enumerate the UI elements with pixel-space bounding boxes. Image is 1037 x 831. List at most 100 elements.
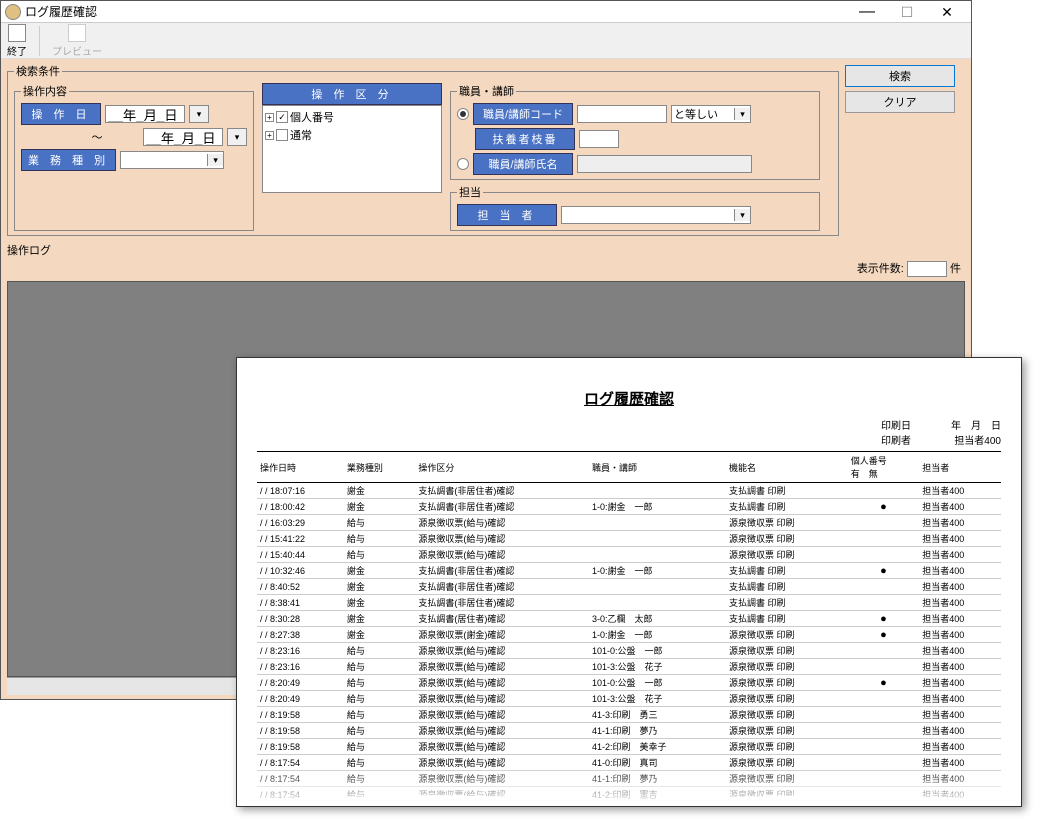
report-cell: 源泉徴収票(給与)確認 <box>415 739 589 755</box>
report-cell: 支払調書(非居住者)確認 <box>415 499 589 515</box>
staff-code-radio[interactable] <box>457 108 469 120</box>
clear-button[interactable]: クリア <box>845 91 955 113</box>
maximize-button[interactable]: ☐ <box>887 2 927 22</box>
exit-button[interactable]: 終了 <box>7 24 27 58</box>
report-cell: 謝金 <box>344 499 416 515</box>
report-row: / / 15:41:22給与源泉徴収票(給与)確認源泉徴収票 印刷担当者400 <box>257 531 1001 547</box>
close-button[interactable]: ✕ <box>927 2 967 22</box>
checkbox[interactable]: ✓ <box>276 111 288 123</box>
date-from-dropdown[interactable] <box>189 105 209 123</box>
report-cell: 3-0:乙欄 太郎 <box>589 611 726 627</box>
report-cell <box>848 483 920 499</box>
report-cell: 担当者400 <box>919 483 1001 499</box>
report-cell: 給与 <box>344 547 416 563</box>
report-cell: / / 8:20:49 <box>257 675 344 691</box>
charge-legend: 担当 <box>457 184 483 200</box>
report-cell: 源泉徴収票 印刷 <box>726 515 848 531</box>
charge-combo[interactable] <box>561 206 751 224</box>
match-combo[interactable]: と等しい <box>671 105 751 123</box>
preview-label: プレビュー <box>52 43 102 58</box>
report-cell: 給与 <box>344 531 416 547</box>
report-cell: 担当者400 <box>919 515 1001 531</box>
exit-icon <box>8 24 26 42</box>
report-cell: / / 8:38:41 <box>257 595 344 611</box>
report-cell <box>848 515 920 531</box>
report-cell <box>848 547 920 563</box>
report-row: / / 8:40:52謝金支払調書(非居住者)確認支払調書 印刷担当者400 <box>257 579 1001 595</box>
op-class-tree[interactable]: + ✓ 個人番号 + 通常 <box>262 105 442 193</box>
report-cell: / / 8:40:52 <box>257 579 344 595</box>
report-row: / / 8:17:54給与源泉徴収票(給与)確認41-3:印刷 美幸子源泉徴収票… <box>257 803 1001 808</box>
report-cell: 源泉徴収票(給与)確認 <box>415 707 589 723</box>
report-cell <box>589 579 726 595</box>
report-cell: 給与 <box>344 675 416 691</box>
print-date-value: 年 月 日 <box>951 421 1001 432</box>
report-cell: / / 8:19:58 <box>257 739 344 755</box>
report-cell: 1-0:謝金 一郎 <box>589 627 726 643</box>
log-title: 操作ログ <box>7 242 965 258</box>
expand-icon[interactable]: + <box>265 113 274 122</box>
report-cell: 謝金 <box>344 579 416 595</box>
report-cell: 給与 <box>344 515 416 531</box>
report-cell: 源泉徴収票 印刷 <box>726 739 848 755</box>
report-row: / / 8:27:38謝金源泉徴収票(謝金)確認1-0:謝金 一郎源泉徴収票 印… <box>257 627 1001 643</box>
report-cell: / / 18:07:16 <box>257 483 344 499</box>
report-cell <box>589 483 726 499</box>
report-row: / / 8:20:49給与源泉徴収票(給与)確認101-0:公盤 一郎源泉徴収票… <box>257 675 1001 691</box>
report-cell: 源泉徴収票 印刷 <box>726 675 848 691</box>
report-cell: / / 18:00:42 <box>257 499 344 515</box>
report-cell <box>848 659 920 675</box>
staff-name-input[interactable] <box>577 155 752 173</box>
report-cell: 101-0:公盤 一郎 <box>589 643 726 659</box>
report-cell: 担当者400 <box>919 611 1001 627</box>
report-cell: / / 16:03:29 <box>257 515 344 531</box>
report-header: 操作区分 <box>415 452 589 483</box>
biz-type-combo[interactable] <box>120 151 224 169</box>
checkbox[interactable] <box>276 129 288 141</box>
toolbar-separator <box>39 26 40 56</box>
report-cell: 支払調書(非居住者)確認 <box>415 579 589 595</box>
report-cell: 101-3:公盤 花子 <box>589 691 726 707</box>
report-row: / / 8:19:58給与源泉徴収票(給与)確認41-3:印刷 勇三源泉徴収票 … <box>257 707 1001 723</box>
report-header: 機能名 <box>726 452 848 483</box>
preview-button[interactable]: プレビュー <box>52 24 102 58</box>
expand-icon[interactable]: + <box>265 131 274 140</box>
report-cell: ● <box>848 627 920 643</box>
report-cell <box>848 643 920 659</box>
print-user-value: 担当者400 <box>954 436 1001 447</box>
report-cell: 支払調書 印刷 <box>726 611 848 627</box>
report-row: / / 15:40:44給与源泉徴収票(給与)確認源泉徴収票 印刷担当者400 <box>257 547 1001 563</box>
staff-code-input[interactable] <box>577 105 667 123</box>
report-cell: 担当者400 <box>919 643 1001 659</box>
search-button[interactable]: 検索 <box>845 65 955 87</box>
report-cell: 謝金 <box>344 483 416 499</box>
window-title: ログ履歴確認 <box>25 3 847 20</box>
print-user-label: 印刷者 <box>881 436 911 447</box>
report-cell: 支払調書(非居住者)確認 <box>415 595 589 611</box>
report-cell: 給与 <box>344 803 416 808</box>
date-from-input[interactable] <box>105 105 185 123</box>
report-cell: 源泉徴収票 印刷 <box>726 707 848 723</box>
staff-name-radio[interactable] <box>457 158 469 170</box>
report-cell: 給与 <box>344 739 416 755</box>
minimize-button[interactable]: — <box>847 2 887 22</box>
report-cell: 支払調書(非居住者)確認 <box>415 483 589 499</box>
report-cell: 41-2:印刷 美幸子 <box>589 739 726 755</box>
search-fieldset: 検索条件 操作内容 操 作 日 ～ <box>7 63 839 236</box>
tree-item[interactable]: + ✓ 個人番号 <box>265 108 439 126</box>
date-to-input[interactable] <box>143 128 223 146</box>
ops-legend: 操作内容 <box>21 83 69 99</box>
report-cell <box>848 803 920 808</box>
staff-code-label: 職員/講師コード <box>473 103 573 125</box>
report-cell: 担当者400 <box>919 723 1001 739</box>
app-icon <box>5 4 21 20</box>
report-row: / / 8:23:16給与源泉徴収票(給与)確認101-3:公盤 花子源泉徴収票… <box>257 659 1001 675</box>
date-to-dropdown[interactable] <box>227 128 247 146</box>
report-cell: 源泉徴収票(謝金)確認 <box>415 627 589 643</box>
report-cell: 支払調書 印刷 <box>726 563 848 579</box>
report-cell: / / 8:17:54 <box>257 803 344 808</box>
dependent-input[interactable] <box>579 130 619 148</box>
biz-type-label: 業 務 種 別 <box>21 149 116 171</box>
match-op-value: と等しい <box>672 106 734 122</box>
tree-item[interactable]: + 通常 <box>265 126 439 144</box>
